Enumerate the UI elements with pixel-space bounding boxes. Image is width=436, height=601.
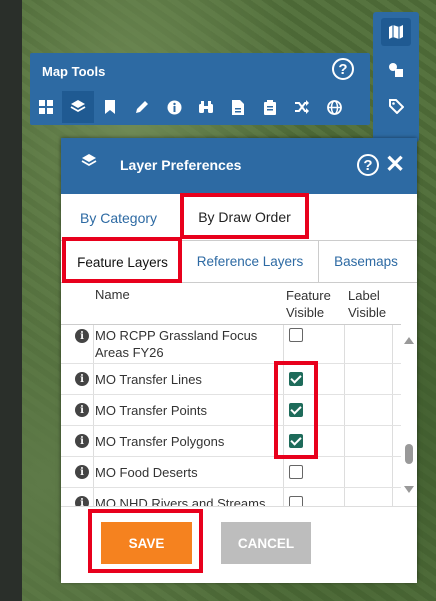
map-edge (0, 0, 22, 601)
table-row[interactable]: i MO Food Deserts (61, 457, 401, 488)
info-icon[interactable]: i (75, 465, 89, 479)
close-icon[interactable]: ✕ (385, 150, 405, 179)
info-icon[interactable]: i (75, 329, 89, 343)
column-header-feature-line1: Feature (286, 288, 331, 303)
feature-visible-checkbox[interactable] (289, 403, 303, 417)
table-row[interactable]: i MO NHD Rivers and Streams (61, 488, 401, 506)
tab-row-primary: By Category By Draw Order (61, 194, 417, 241)
info-icon[interactable] (158, 91, 190, 123)
feature-visible-checkbox[interactable] (289, 372, 303, 386)
tab-basemaps[interactable]: Basemaps (321, 240, 411, 282)
layer-name: MO Transfer Lines (95, 372, 202, 387)
table-row[interactable]: i MO RCPP Grassland Focus Areas FY26 (61, 325, 401, 364)
map-tools-panel: Map Tools ? (30, 53, 370, 125)
table-row[interactable]: i MO Transfer Points (61, 395, 401, 426)
document-icon[interactable] (222, 91, 254, 123)
table-row[interactable]: i MO Transfer Polygons (61, 426, 401, 457)
layer-grid: Name Feature Visible Label Visible i MO … (61, 284, 417, 506)
table-row[interactable]: i MO Transfer Lines (61, 364, 401, 395)
layers-icon (81, 153, 97, 174)
info-icon[interactable]: i (75, 403, 89, 417)
panel-title: Layer Preferences (120, 157, 242, 173)
map-tools-toolbar (30, 91, 370, 125)
map-tools-title: Map Tools (42, 64, 106, 79)
feature-visible-checkbox[interactable] (289, 496, 303, 506)
info-icon[interactable]: i (75, 496, 89, 506)
globe-icon[interactable] (318, 91, 350, 123)
info-icon[interactable]: i (75, 434, 89, 448)
tab-reference-layers[interactable]: Reference Layers (182, 240, 319, 282)
cancel-button[interactable]: CANCEL (221, 522, 311, 564)
layer-name: MO Transfer Polygons (95, 434, 225, 449)
tab-by-category[interactable]: By Category (80, 210, 157, 226)
scroll-thumb[interactable] (405, 444, 413, 464)
info-icon[interactable]: i (75, 372, 89, 386)
column-header-label-line1: Label (348, 288, 380, 303)
clipboard-icon[interactable] (254, 91, 286, 123)
tag-icon[interactable] (381, 92, 411, 120)
right-toolbar (373, 12, 419, 142)
grid-header: Name Feature Visible Label Visible (61, 284, 401, 325)
tab-by-draw-order[interactable]: By Draw Order (180, 195, 309, 238)
column-header-label-line2: Visible (348, 305, 387, 320)
scroll-down-icon[interactable] (404, 486, 414, 493)
layer-name: MO Transfer Points (95, 403, 207, 418)
tab-feature-layers[interactable]: Feature Layers (65, 240, 180, 283)
column-header-feature-line2: Visible (286, 305, 325, 320)
save-button[interactable]: SAVE (101, 522, 192, 564)
panel-footer: SAVE CANCEL (61, 506, 417, 583)
scroll-up-icon[interactable] (404, 337, 414, 344)
layer-name: MO NHD Rivers and Streams (95, 496, 266, 506)
bookmark-icon[interactable] (94, 91, 126, 123)
column-header-name[interactable]: Name (95, 287, 130, 302)
layers-icon[interactable] (62, 91, 94, 123)
column-header-feature-visible[interactable]: Feature Visible (286, 287, 331, 321)
grid-icon[interactable] (30, 91, 62, 123)
layer-preferences-panel: Layer Preferences ? ✕ By Category By Dra… (61, 138, 417, 583)
layer-name: MO Food Deserts (95, 465, 198, 480)
layer-name: MO RCPP Grassland Focus Areas FY26 (95, 328, 258, 360)
binoculars-icon[interactable] (190, 91, 222, 123)
panel-header: Layer Preferences ? ✕ (61, 138, 417, 194)
feature-visible-checkbox[interactable] (289, 434, 303, 448)
feature-visible-checkbox[interactable] (289, 328, 303, 342)
column-header-label-visible[interactable]: Label Visible (348, 287, 386, 321)
grid-scrollbar[interactable] (401, 284, 417, 506)
shuffle-icon[interactable] (286, 91, 318, 123)
help-icon[interactable]: ? (357, 154, 379, 176)
map-icon[interactable] (381, 18, 411, 46)
pencil-icon[interactable] (126, 91, 158, 123)
map-tools-help-icon[interactable]: ? (332, 58, 354, 80)
shapes-icon[interactable] (381, 56, 411, 84)
feature-visible-checkbox[interactable] (289, 465, 303, 479)
tab-row-secondary: Feature Layers Reference Layers Basemaps (61, 240, 417, 283)
